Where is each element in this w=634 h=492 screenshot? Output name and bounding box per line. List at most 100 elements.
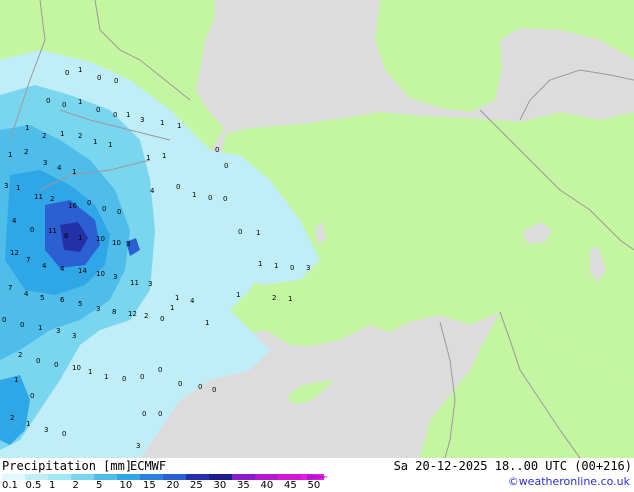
precip-value-label: 11 (48, 227, 57, 235)
precip-value-label: 1 (177, 122, 181, 130)
precip-value-label: 3 (56, 327, 60, 335)
color-scale-tick-label: 35 (237, 480, 250, 491)
precip-value-label: 0 (140, 373, 144, 381)
precip-value-label: 3 (306, 264, 310, 272)
precip-value-label: 0 (224, 162, 228, 170)
color-scale-tick-label: 20 (166, 480, 180, 491)
precip-value-label: 0 (46, 97, 50, 105)
precip-value-label: 3 (148, 280, 152, 288)
precip-value-label: 0 (117, 208, 121, 216)
precip-value-label: 0 (158, 410, 162, 418)
color-scale-tick-label: 2 (72, 480, 79, 491)
precip-value-label: 0 (215, 146, 219, 154)
legend-title: Precipitation [mm] (2, 459, 133, 473)
precip-value-label: 1 (78, 234, 82, 242)
precip-value-label: 16 (68, 202, 77, 210)
precip-value-label: 1 (26, 420, 30, 428)
precip-value-label: 5 (78, 300, 82, 308)
precip-value-label: 1 (175, 294, 179, 302)
precip-value-label: 4 (150, 187, 155, 195)
precip-value-label: 0 (158, 366, 162, 374)
precip-value-label: 1 (8, 151, 12, 159)
precip-value-label: 5 (40, 294, 44, 302)
precip-value-label: 3 (72, 332, 76, 340)
precip-value-label: 1 (274, 262, 278, 270)
color-scale-tick-label: 5 (96, 480, 103, 491)
precip-value-label: 0 (198, 383, 202, 391)
color-scale-tick-label: 10 (119, 480, 133, 491)
precip-value-label: 3 (4, 182, 8, 190)
precip-value-label: 4 (190, 297, 195, 305)
precip-value-label: 0 (122, 375, 126, 383)
precip-value-label: 0 (160, 315, 164, 323)
precip-value-label: 1 (60, 130, 64, 138)
precip-value-label: 11 (34, 193, 43, 201)
precip-value-label: 1 (258, 260, 262, 268)
precip-value-label: 0 (176, 183, 180, 191)
precip-value-label: 0 (113, 111, 117, 119)
precip-value-label: 2 (272, 294, 276, 302)
model-name: ECMWF (130, 459, 167, 473)
precip-value-label: 14 (78, 267, 87, 275)
precip-value-label: 1 (170, 304, 174, 312)
precip-value-label: 11 (130, 279, 139, 287)
color-scale-tick-label: 25 (190, 480, 203, 491)
precip-value-label: 0 (97, 74, 101, 82)
color-scale-tick-label: 0.1 (2, 480, 18, 491)
precip-value-label: 0 (178, 380, 182, 388)
precip-value-label: 1 (14, 376, 18, 384)
precip-value-label: 0 (238, 228, 242, 236)
precip-value-label: 1 (205, 319, 209, 327)
precip-value-label: 1 (162, 152, 166, 160)
precip-value-label: 2 (18, 351, 22, 359)
precip-value-label: 1 (236, 291, 240, 299)
precip-value-label: 3 (44, 426, 48, 434)
precip-value-label: 0 (102, 205, 106, 213)
precip-value-label: 2 (50, 195, 54, 203)
precipitation-map: 0 10 00 0 100 13 1 112 1 21 11 234 11 1003 111 216 00 040… (0, 0, 634, 458)
credit-link[interactable]: ©weatheronline.co.uk (508, 475, 630, 489)
color-scale-ticks: 0.1 0.5 1 2 5 10 15 20 25 30 35 40 45 50 (0, 480, 340, 492)
precip-value-label: 10 (96, 270, 105, 278)
precip-value-label: 7 (8, 284, 12, 292)
precip-value-label: 1 (38, 324, 42, 332)
precip-value-label: 0 (62, 101, 66, 109)
color-scale-tick-label: 1 (49, 480, 56, 491)
color-scale-tick-label: 0.5 (25, 480, 42, 491)
precip-value-label: 0 (223, 195, 227, 203)
precip-value-label: 10 (96, 235, 105, 243)
precip-value-label: 8 (112, 308, 116, 316)
precip-value-label: 1 (160, 119, 164, 127)
precip-value-label: 4 (12, 217, 17, 225)
precip-value-label: 1 (88, 368, 92, 376)
precip-value-label: 4 (24, 290, 29, 298)
precip-value-label: 0 (2, 316, 6, 324)
forecast-datetime: Sa 20-12-2025 18..00 UTC (00+216) (393, 459, 632, 473)
precip-value-label: 0 (54, 361, 58, 369)
precip-value-label: 12 (128, 310, 137, 318)
precip-value-label: 1 (93, 138, 97, 146)
precip-value-label: 3 (96, 305, 100, 313)
precip-value-label: 12 (10, 249, 19, 257)
precip-value-label: 0 (30, 392, 34, 400)
precip-value-label: 3 (126, 240, 130, 248)
precip-value-label: 7 (26, 256, 30, 264)
precip-value-label: 3 (140, 116, 144, 124)
precip-value-label: 2 (42, 132, 46, 140)
precip-value-label: 1 (146, 154, 150, 162)
precip-value-label: 1 (126, 111, 130, 119)
precip-value-label: 1 (78, 66, 82, 74)
precip-value-label: 1 (72, 168, 76, 176)
color-scale-tick-label: 40 (260, 480, 274, 491)
precip-value-label: 0 (20, 321, 24, 329)
color-scale-tick-label: 15 (143, 480, 156, 491)
precip-value-label: 10 (112, 239, 121, 247)
precip-value-label: 4 (57, 164, 62, 172)
color-scale-tick-label: 50 (307, 480, 321, 491)
precip-value-label: 1 (16, 184, 20, 192)
precip-value-label: 0 (114, 77, 118, 85)
precip-value-label: 4 (42, 262, 47, 270)
precip-value-label: 0 (36, 357, 40, 365)
precip-value-label: 1 (108, 141, 112, 149)
precip-value-label: 6 (60, 296, 65, 304)
